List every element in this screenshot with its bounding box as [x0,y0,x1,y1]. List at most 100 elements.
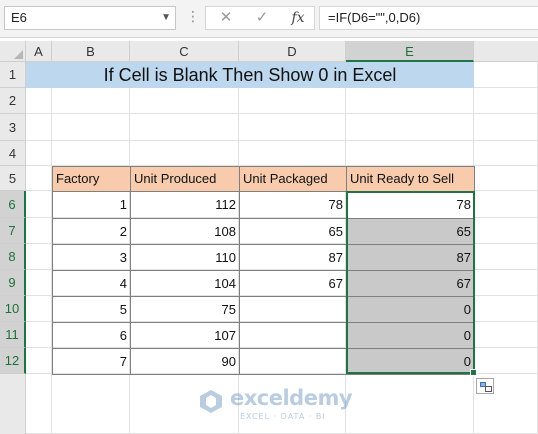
row-header-6[interactable]: 6 [0,191,26,218]
enter-button[interactable]: ✓ [248,7,276,29]
table-cell-unit-packaged[interactable] [239,296,347,323]
grid-cell[interactable] [474,62,538,88]
formula-input[interactable]: =IF(D6="",0,D6) [319,6,538,30]
grid-cell[interactable] [26,114,52,141]
grid-cell[interactable] [239,88,346,114]
quick-analysis-icon[interactable] [476,378,494,394]
grid-cell[interactable] [474,244,538,270]
row-header-5[interactable]: 5 [0,166,26,191]
name-box[interactable]: E6 ▼ [4,6,176,30]
insert-function-button[interactable]: fx [284,7,312,29]
table-cell-unit-ready-to-sell[interactable]: 65 [346,218,475,245]
table-cell-factory[interactable]: 6 [52,322,131,349]
row-header-13[interactable] [0,374,26,434]
table-cell-unit-packaged[interactable]: 87 [239,244,347,271]
row-header-3[interactable]: 3 [0,114,26,141]
grid-cell[interactable] [26,141,52,166]
table-cell-unit-packaged[interactable]: 78 [239,191,347,219]
grid-cell[interactable] [474,322,538,348]
grid-cell[interactable] [52,114,130,141]
table-cell-unit-ready-to-sell[interactable]: 0 [346,296,475,323]
row-header-8[interactable]: 8 [0,244,26,270]
grid-cell[interactable] [346,114,474,141]
table-cell-unit-packaged[interactable] [239,348,347,375]
table-cell-factory[interactable]: 2 [52,218,131,245]
grid-cell[interactable] [474,166,538,191]
grid-cell[interactable] [26,322,52,348]
table-cell-unit-ready-to-sell[interactable]: 0 [346,322,475,349]
row-header-10[interactable]: 10 [0,296,26,322]
fill-handle[interactable] [470,369,477,376]
grid-cell[interactable] [52,141,130,166]
header-cell-unit-packaged[interactable]: Unit Packaged [239,166,347,192]
cancel-button[interactable]: ✕ [212,7,240,29]
table-cell-unit-ready-to-sell[interactable]: 67 [346,270,475,297]
grid-cell[interactable] [130,88,239,114]
row-header-12[interactable]: 12 [0,348,26,374]
grid-cell[interactable] [474,141,538,166]
column-header-c[interactable]: C [130,41,239,62]
grid-cell[interactable] [130,114,239,141]
grid-cell[interactable] [130,141,239,166]
header-cell-unit-ready-to-sell[interactable]: Unit Ready to Sell [346,166,475,192]
grid-cell[interactable] [26,270,52,296]
grid-cell[interactable] [26,166,52,191]
grid-cell[interactable] [52,374,130,434]
table-cell-unit-produced[interactable]: 90 [130,348,240,375]
column-header-d[interactable]: D [239,41,346,62]
grid-cell[interactable] [52,88,130,114]
table-cell-unit-packaged[interactable]: 67 [239,270,347,297]
grid-cell[interactable] [26,88,52,114]
table-cell-unit-produced[interactable]: 104 [130,270,240,297]
grid-cell[interactable] [346,88,474,114]
grid-cell[interactable] [474,88,538,114]
row-header-11[interactable]: 11 [0,322,26,348]
grid-cell[interactable] [474,348,538,374]
table-cell-factory[interactable]: 3 [52,244,131,271]
row-header-9[interactable]: 9 [0,270,26,296]
table-cell-factory[interactable]: 4 [52,270,131,297]
table-cell-unit-produced[interactable]: 75 [130,296,240,323]
table-cell-factory[interactable]: 5 [52,296,131,323]
row-header-4[interactable]: 4 [0,141,26,166]
grid-cell[interactable] [346,141,474,166]
grid-cell[interactable] [26,296,52,322]
table-cell-factory[interactable]: 7 [52,348,131,375]
grid-cell[interactable] [26,348,52,374]
grid-cell[interactable] [474,114,538,141]
grid-cell[interactable] [474,191,538,218]
table-cell-unit-packaged[interactable] [239,322,347,349]
grid-cell[interactable] [26,191,52,218]
table-cell-unit-produced[interactable]: 107 [130,322,240,349]
table-cell-unit-produced[interactable]: 110 [130,244,240,271]
header-cell-factory[interactable]: Factory [52,166,131,192]
grid-cell[interactable] [474,270,538,296]
active-cell[interactable]: 78 [346,191,475,219]
table-cell-unit-ready-to-sell[interactable]: 87 [346,244,475,271]
table-cell-unit-produced[interactable]: 112 [130,191,240,219]
chevron-down-icon[interactable]: ▼ [161,7,171,29]
column-header-e[interactable]: E [346,41,474,62]
row-header-7[interactable]: 7 [0,218,26,244]
column-header-f[interactable] [474,41,538,62]
row-header-2[interactable]: 2 [0,88,26,114]
sheet-title[interactable]: If Cell is Blank Then Show 0 in Excel [26,62,474,88]
grid-cell[interactable] [474,296,538,322]
table-cell-factory[interactable]: 1 [52,191,131,219]
row-header-1[interactable]: 1 [0,62,26,88]
grid-cell[interactable] [474,218,538,244]
table-cell-unit-ready-to-sell[interactable]: 0 [346,348,475,375]
grid-cell[interactable] [239,114,346,141]
grid-cell[interactable] [26,374,52,434]
column-header-b[interactable]: B [52,41,130,62]
header-cell-unit-produced[interactable]: Unit Produced [130,166,240,192]
grid-cell[interactable] [26,244,52,270]
select-all-button[interactable] [0,41,26,62]
table-cell-unit-produced[interactable]: 108 [130,218,240,245]
grid-cell[interactable] [239,141,346,166]
table-cell-unit-packaged[interactable]: 65 [239,218,347,245]
grid-cell[interactable] [26,218,52,244]
grid-cell[interactable] [346,374,474,434]
more-options-icon[interactable]: ⋮ [186,8,200,25]
column-header-a[interactable]: A [26,41,52,62]
